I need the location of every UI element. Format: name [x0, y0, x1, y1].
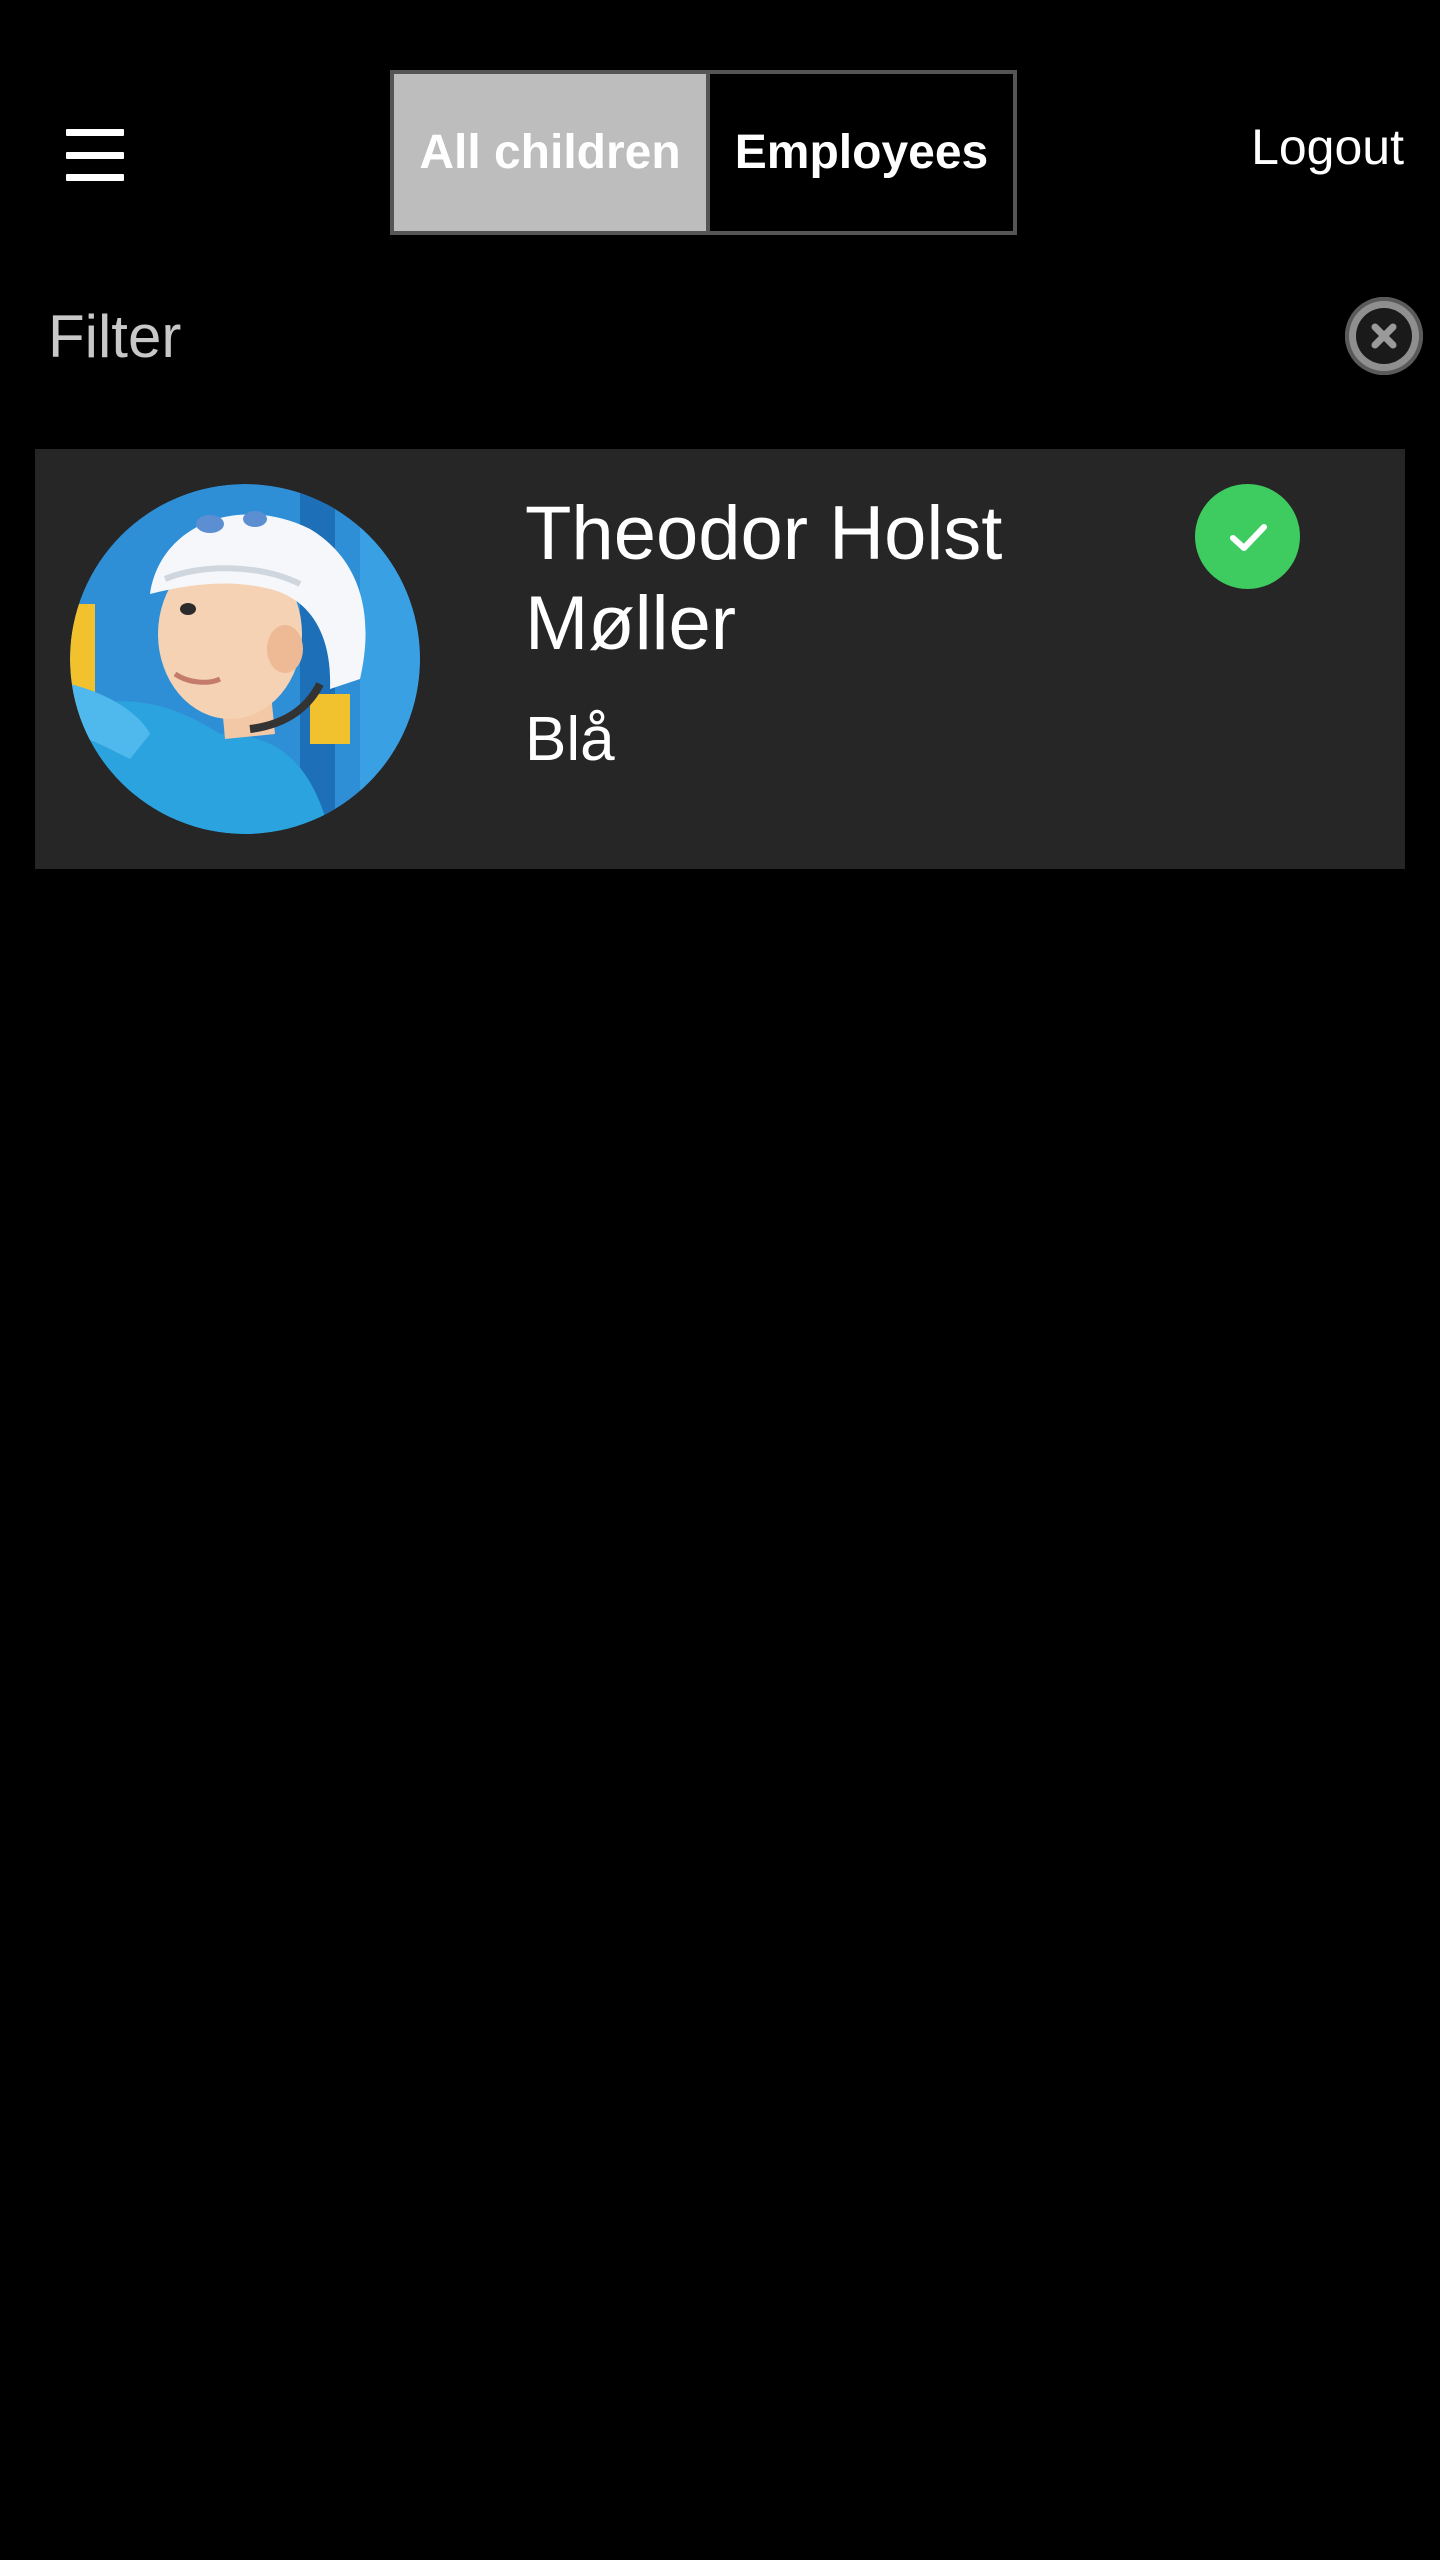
top-bar: All children Employees Logout	[0, 0, 1440, 240]
child-avatar	[70, 484, 420, 834]
filter-bar	[0, 280, 1440, 390]
filter-input[interactable]	[48, 298, 1288, 374]
hamburger-menu-icon	[66, 129, 124, 181]
menu-button[interactable]	[40, 90, 150, 220]
tab-employees[interactable]: Employees	[710, 74, 1013, 231]
child-list-item[interactable]: Theodor Holst Møller Blå	[35, 449, 1405, 869]
check-circle-icon	[1195, 484, 1300, 589]
clear-circle-x-icon	[1356, 308, 1412, 364]
child-group: Blå	[525, 705, 615, 774]
clear-filter-button[interactable]	[1345, 297, 1423, 375]
tab-all-children[interactable]: All children	[394, 74, 710, 231]
view-toggle: All children Employees	[390, 70, 1017, 235]
child-name: Theodor Holst Møller	[525, 491, 1003, 666]
logout-button[interactable]: Logout	[1251, 118, 1404, 176]
